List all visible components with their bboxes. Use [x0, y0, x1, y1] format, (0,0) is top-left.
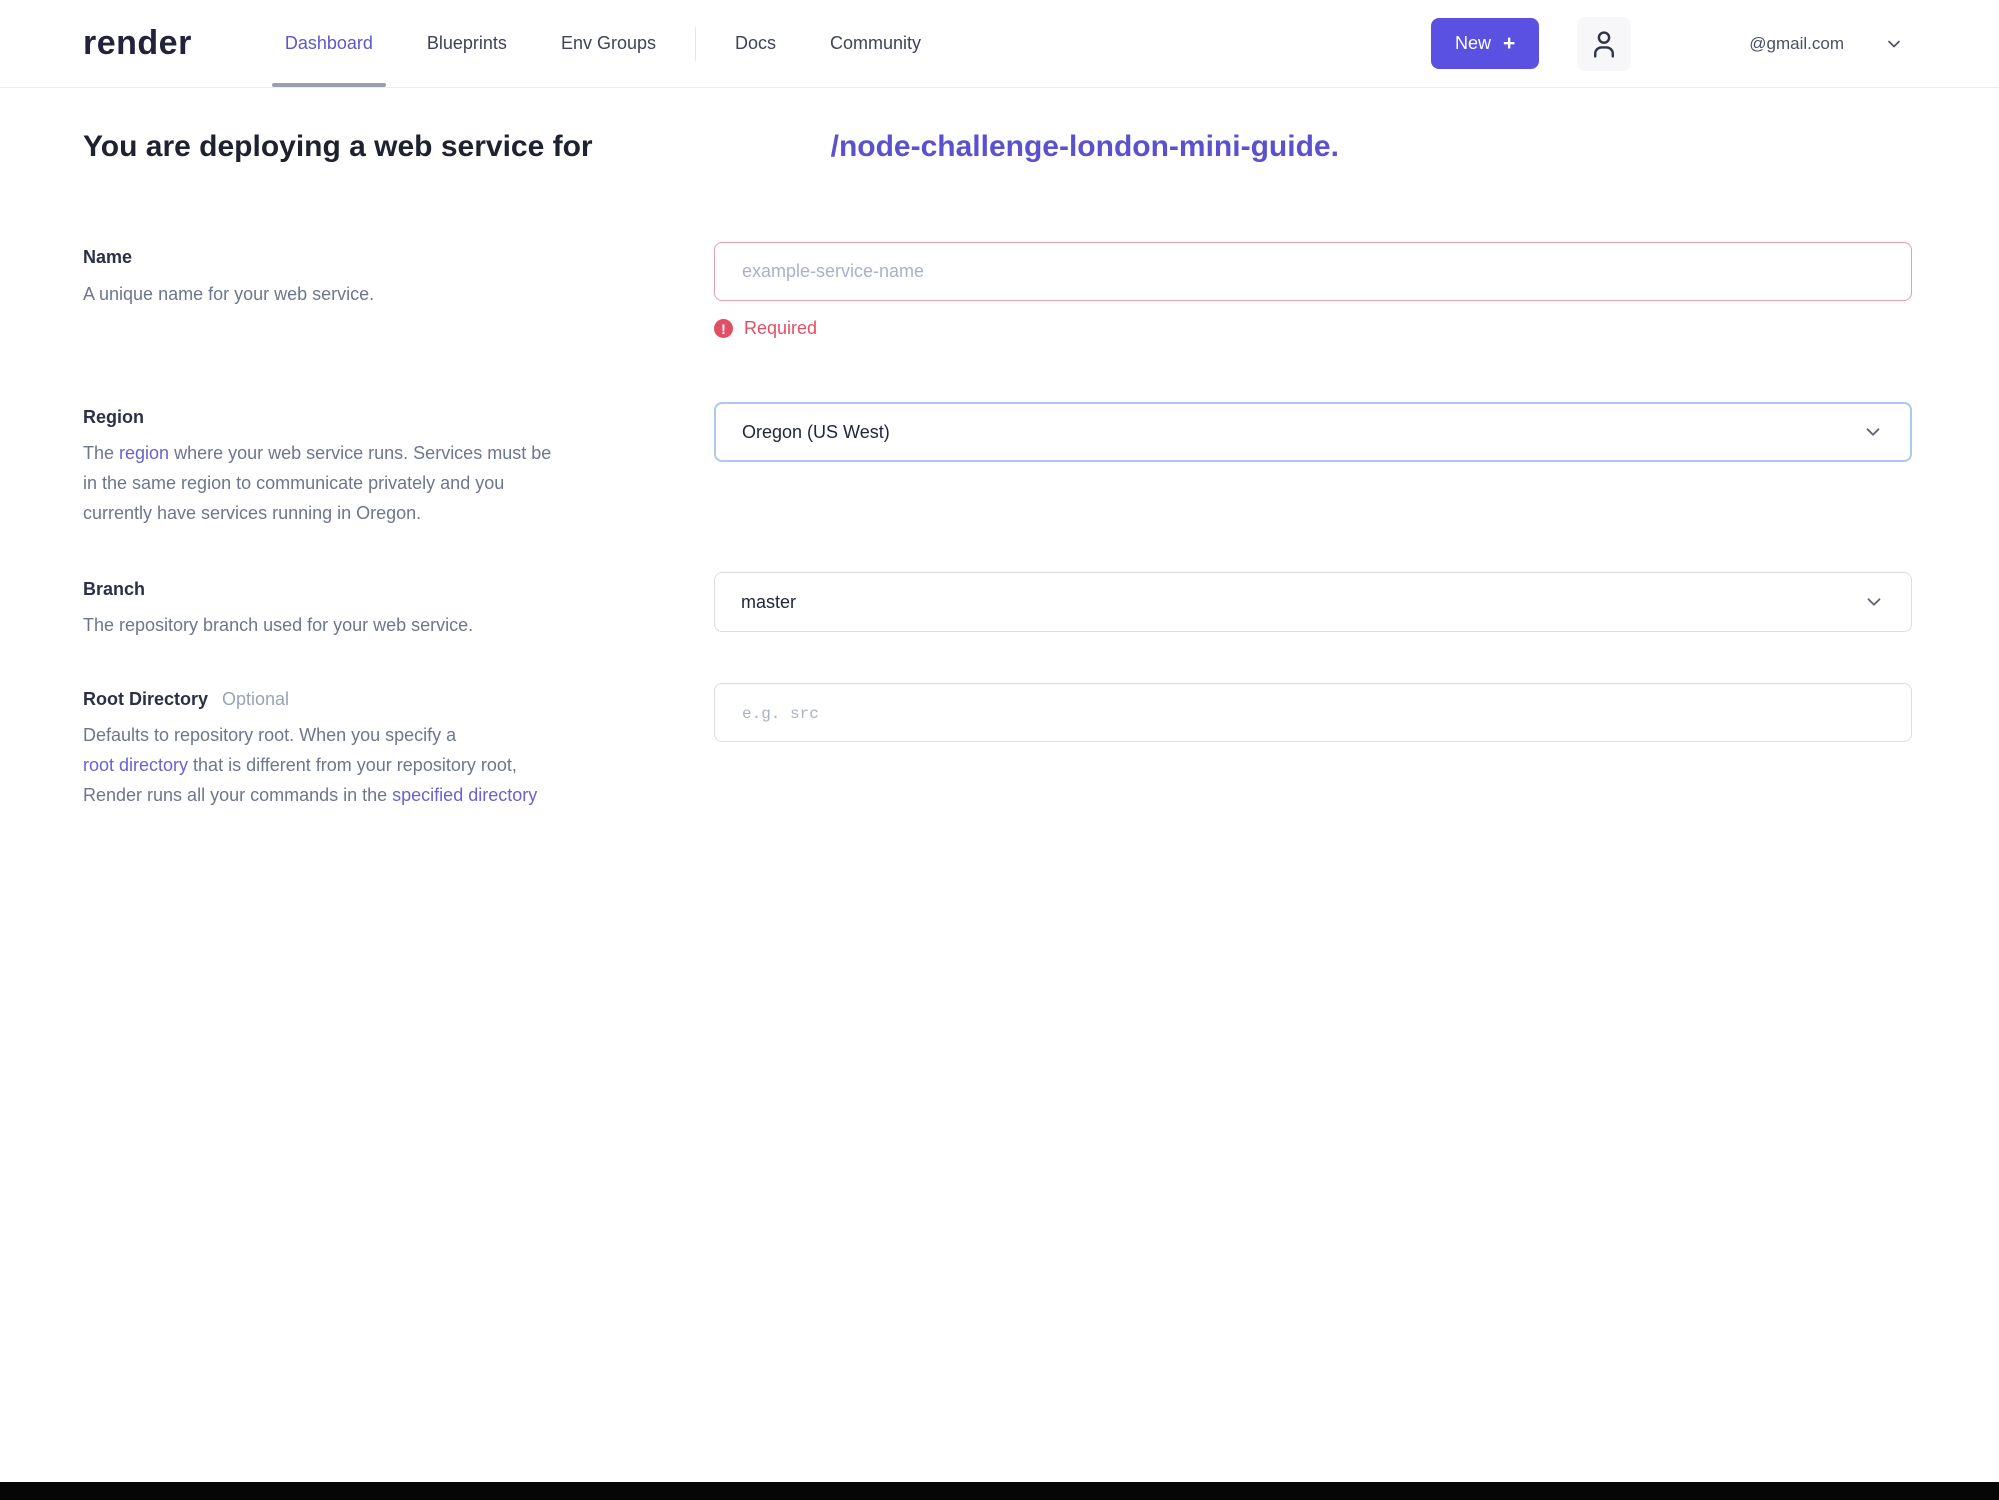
region-select[interactable]: Oregon (US West) [714, 402, 1912, 462]
header-right-group: New + @gmail.com [1430, 16, 1904, 71]
service-name-input[interactable] [714, 242, 1912, 301]
nav-item-env-groups[interactable]: Env Groups [534, 0, 683, 87]
region-desc-text: The [83, 443, 120, 463]
root-directory-field-info: Root Directory Optional Defaults to repo… [83, 683, 693, 810]
root-desc-text: that is different from your repository r… [188, 755, 517, 775]
root-directory-description-line: Render runs all your commands in the spe… [83, 780, 693, 810]
root-directory-input[interactable] [714, 683, 1912, 742]
top-navigation-bar: render Dashboard Blueprints Env Groups D… [0, 0, 1999, 88]
branch-selected-value: master [741, 591, 797, 612]
name-label: Name [83, 247, 133, 267]
account-dropdown[interactable]: @gmail.com [1749, 34, 1904, 54]
region-description-line: The region where your web service runs. … [83, 438, 693, 468]
name-field-control: ! Required [714, 242, 1912, 339]
page-title: You are deploying a web service for /nod… [83, 130, 1939, 164]
optional-tag: Optional [222, 689, 290, 709]
chevron-down-icon [1884, 34, 1904, 54]
repo-name-link[interactable]: /node-challenge-london-mini-guide. [831, 130, 1339, 164]
region-label: Region [83, 407, 144, 427]
user-icon [1594, 30, 1615, 58]
root-desc-text: Render runs all your commands in the [83, 785, 393, 805]
region-description-line: in the same region to communicate privat… [83, 473, 505, 493]
branch-select[interactable]: master [714, 572, 1912, 632]
region-doc-link[interactable]: region [119, 443, 169, 463]
render-logo[interactable]: render [83, 24, 192, 63]
root-directory-field-control [714, 683, 1912, 742]
user-menu-button[interactable] [1577, 16, 1632, 71]
nav-divider [694, 26, 696, 61]
root-directory-description: Defaults to repository root. When you sp… [83, 720, 693, 810]
plus-icon: + [1503, 32, 1516, 55]
region-description: The region where your web service runs. … [83, 438, 693, 528]
nav-item-blueprints[interactable]: Blueprints [400, 0, 534, 87]
nav-item-dashboard[interactable]: Dashboard [258, 0, 400, 87]
error-icon: ! [714, 319, 733, 338]
primary-nav: Dashboard Blueprints Env Groups Docs Com… [258, 0, 948, 87]
specified-directory-doc-link[interactable]: specified directory [392, 785, 537, 805]
account-email: @gmail.com [1749, 33, 1844, 53]
branch-field-info: Branch The repository branch used for yo… [83, 572, 693, 640]
region-selected-value: Oregon (US West) [742, 421, 890, 442]
region-field-control: Oregon (US West) [714, 402, 1912, 462]
root-directory-description-line: Defaults to repository root. When you sp… [83, 725, 457, 745]
new-button[interactable]: New + [1430, 18, 1540, 69]
page-title-prefix: You are deploying a web service for [83, 130, 593, 163]
name-description: A unique name for your web service. [83, 284, 375, 304]
nav-item-community[interactable]: Community [803, 0, 948, 87]
nav-item-docs[interactable]: Docs [708, 0, 803, 87]
region-field-info: Region The region where your web service… [83, 402, 693, 528]
root-directory-label: Root Directory [83, 689, 209, 709]
error-text: Required [744, 318, 818, 338]
chevron-down-icon [1863, 591, 1885, 613]
branch-field-control: master [714, 572, 1912, 632]
region-description-line: currently have services running in Orego… [83, 503, 422, 523]
new-button-label: New [1454, 33, 1491, 53]
name-field-info: Name A unique name for your web service. [83, 242, 693, 309]
root-directory-doc-link[interactable]: root directory [83, 755, 188, 775]
branch-description: The repository branch used for your web … [83, 615, 474, 635]
chevron-down-icon [1862, 421, 1884, 443]
root-directory-description-line: root directory that is different from yo… [83, 750, 693, 780]
screen-edge-bar [0, 1482, 1999, 1500]
region-desc-text: where your web service runs. Services mu… [169, 443, 552, 463]
branch-label: Branch [83, 579, 146, 599]
name-error-message: ! Required [714, 318, 1912, 339]
